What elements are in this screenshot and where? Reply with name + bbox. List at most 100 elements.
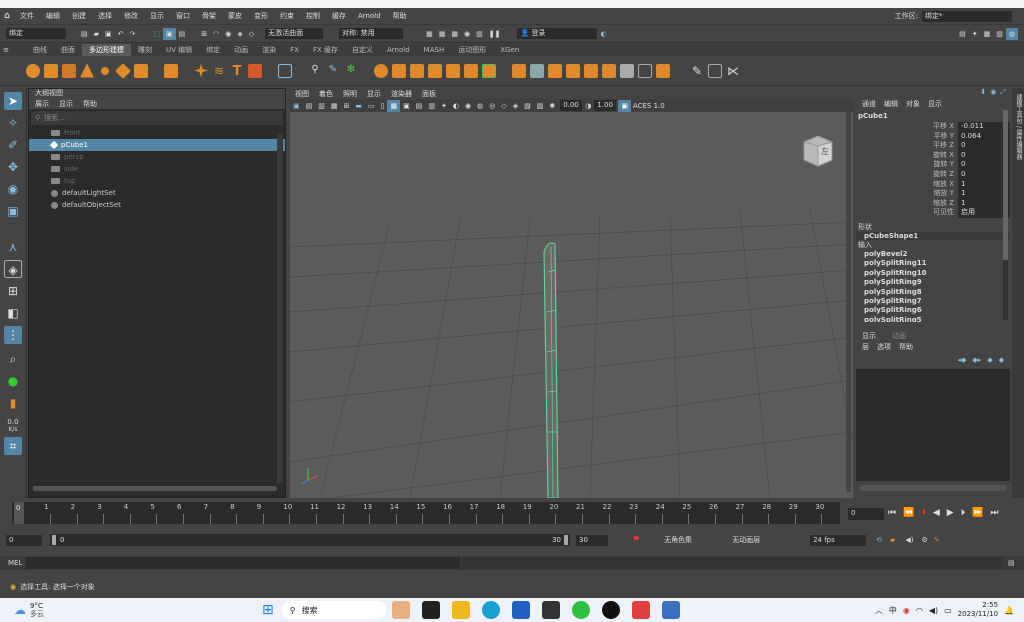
help-circle-icon[interactable]: ◐ <box>597 28 609 40</box>
isolate-select-icon[interactable]: ◇ <box>498 100 509 112</box>
viewport-scene[interactable] <box>290 112 853 498</box>
four-view-layout-icon[interactable]: ⊞ <box>4 282 22 300</box>
go-to-start-icon[interactable]: ⏮ <box>888 508 896 518</box>
render-icon[interactable]: ▦ <box>423 28 436 40</box>
open-scene-icon[interactable]: ▰ <box>91 28 102 40</box>
attr-translate-x[interactable]: 平移 X -0.011 <box>856 122 1010 132</box>
wireframe-icon[interactable]: ▦ <box>387 99 401 112</box>
default-material-icon[interactable]: ▤ <box>413 100 426 112</box>
viewport-menu-lighting[interactable]: 照明 <box>343 89 357 99</box>
shelf-tab-fx[interactable]: FX <box>283 44 306 56</box>
append-polygon-icon[interactable] <box>428 63 442 78</box>
insert-edge-loop-icon[interactable] <box>482 63 496 78</box>
shelf-tab-rigging[interactable]: 绑定 <box>199 44 227 56</box>
mel-label[interactable]: MEL <box>0 559 26 567</box>
input-node[interactable]: polySplitRing8 <box>856 288 1010 297</box>
resolution-gate-icon[interactable]: ▭ <box>365 100 378 112</box>
input-node[interactable]: polyBevel2 <box>856 250 1010 259</box>
viewport-panel[interactable]: 视图 着色 照明 显示 渲染器 面板 ▣ ▤ ▥ ▦ ⊞ ▬ ▭ ▯ ▦ ▣ ▤… <box>290 88 853 498</box>
shelf-tab-mash[interactable]: MASH <box>417 44 452 56</box>
select-hierarchy-icon[interactable]: ⬚ <box>150 28 163 40</box>
input-node[interactable]: polySplitRing10 <box>856 269 1010 278</box>
key-icon[interactable]: ▰ <box>890 536 895 544</box>
poly-sphere-icon[interactable] <box>26 63 40 78</box>
attr-scale-x[interactable]: 缩放 X1 <box>856 179 1010 190</box>
shelf-tab-animation[interactable]: 动画 <box>227 44 255 56</box>
step-back-key-icon[interactable]: ⏪ <box>903 508 914 518</box>
attr-rotate-x[interactable]: 旋转 X0 <box>856 150 1010 161</box>
channel-scroll-thumb[interactable] <box>1003 110 1008 260</box>
lasso-tool-icon[interactable]: ✧ <box>4 114 22 132</box>
soft-select-icon[interactable] <box>708 63 722 78</box>
super-shape-icon[interactable] <box>194 63 208 78</box>
shelf-tab-poly-modeling[interactable]: 多边形建模 <box>82 44 131 56</box>
sound-icon[interactable]: ◀) <box>905 536 913 544</box>
login-field[interactable]: 👤 登录 <box>517 28 598 39</box>
snap-curve-icon[interactable]: ◠ <box>210 28 222 40</box>
range-bar[interactable]: 0 30 <box>50 534 570 546</box>
wifi-icon[interactable]: ◠ <box>916 606 923 615</box>
app2-icon[interactable] <box>631 601 650 619</box>
viewport-menu-panels[interactable]: 面板 <box>422 89 436 99</box>
notification-icon[interactable]: 🔔 <box>1004 606 1014 615</box>
shelf-menu-icon[interactable]: ≡ <box>0 46 12 54</box>
menu-create[interactable]: 创建 <box>66 11 92 21</box>
xray-joints-icon[interactable]: ▧ <box>521 100 534 112</box>
timeline-track[interactable]: 0 1 2 3 4 5 6 7 8 9 10 11 12 13 14 15 16 17 18 19 20 21 22 23 2… <box>12 502 840 524</box>
weather-icon[interactable]: ☁ <box>14 603 26 617</box>
ime-indicator[interactable]: 中 <box>889 605 897 616</box>
outliner-item-top[interactable]: top <box>29 175 285 187</box>
menu-display[interactable]: 显示 <box>144 11 170 21</box>
shadows-icon[interactable]: ◐ <box>450 100 462 112</box>
select-tool-icon[interactable]: ➤ <box>4 92 22 110</box>
move-layer-up-icon[interactable]: ◂◆ <box>957 356 966 364</box>
viewport-menu-renderer[interactable]: 渲染器 <box>391 89 412 99</box>
render-view-icon[interactable]: ▥ <box>473 28 486 40</box>
outliner-item-default-object-set[interactable]: defaultObjectSet <box>29 199 285 211</box>
app-icon[interactable] <box>541 601 560 619</box>
animation-end-field[interactable]: 30 <box>576 534 608 546</box>
green-dot-icon[interactable]: ● <box>4 372 22 390</box>
outliner-layout-icon[interactable]: ⋮ <box>4 326 22 344</box>
new-layer-selected-icon[interactable]: ◆ <box>999 356 1004 364</box>
reduce-icon[interactable] <box>548 63 562 78</box>
windows-start-icon[interactable]: ⊞ <box>262 602 274 618</box>
range-handle-start[interactable] <box>52 535 56 545</box>
exposure-field[interactable]: 0.00 <box>560 100 583 111</box>
tray-chevron-icon[interactable]: ︿ <box>875 605 883 616</box>
outliner-item-side[interactable]: side <box>29 163 285 175</box>
shelf-tab-fx-caching[interactable]: FX 缓存 <box>306 44 345 56</box>
retopologize-icon[interactable] <box>566 63 580 78</box>
layer-hscrollbar[interactable] <box>860 485 1006 491</box>
grid-toggle-icon[interactable]: ⊞ <box>341 100 353 112</box>
antivirus-icon[interactable]: ◉ <box>903 606 910 615</box>
attr-scale-z[interactable]: 缩放 Z1 <box>856 198 1010 209</box>
settings-icon[interactable]: ⚙ <box>921 536 927 544</box>
outliner-item-persp[interactable]: persp <box>29 151 285 163</box>
shelf-tab-custom[interactable]: 自定义 <box>345 44 380 56</box>
menu-deform[interactable]: 变形 <box>248 11 274 21</box>
select-component-icon[interactable]: ▤ <box>176 28 189 40</box>
menu-file[interactable]: 文件 <box>14 11 40 21</box>
sweep-mesh-icon[interactable]: ≋ <box>212 64 226 78</box>
loop-icon[interactable]: ⟲ <box>876 536 882 544</box>
anti-alias-icon[interactable]: ◎ <box>486 100 498 112</box>
colorspace-label[interactable]: ACES 1.0 <box>633 102 665 110</box>
shelf-tab-arnold[interactable]: Arnold <box>380 44 417 56</box>
pin-icon[interactable]: ⬇ <box>980 88 986 98</box>
rotate-tool-icon[interactable]: ◉ <box>4 180 22 198</box>
menu-windows[interactable]: 窗口 <box>170 11 196 21</box>
uv-layout-icon[interactable] <box>656 63 670 78</box>
outliner-menu-show[interactable]: 展示 <box>35 99 49 109</box>
reflect-icon[interactable]: ⋉ <box>726 64 740 78</box>
tool-settings-icon[interactable]: ▥ <box>993 28 1006 40</box>
outliner-item-front[interactable]: front <box>29 127 285 139</box>
new-scene-icon[interactable]: ▤ <box>78 28 91 40</box>
channel-box-icon[interactable]: ◍ <box>1005 27 1018 40</box>
input-node[interactable]: polySplitRing11 <box>856 259 1010 268</box>
move-layer-down-icon[interactable]: ◆▸ <box>972 356 981 364</box>
separate-icon[interactable]: ✎ <box>326 64 340 78</box>
outliner-hscrollbar[interactable] <box>33 486 277 491</box>
battery-icon[interactable]: ▭ <box>944 606 952 615</box>
move-tool-icon[interactable]: ✥ <box>4 158 22 176</box>
